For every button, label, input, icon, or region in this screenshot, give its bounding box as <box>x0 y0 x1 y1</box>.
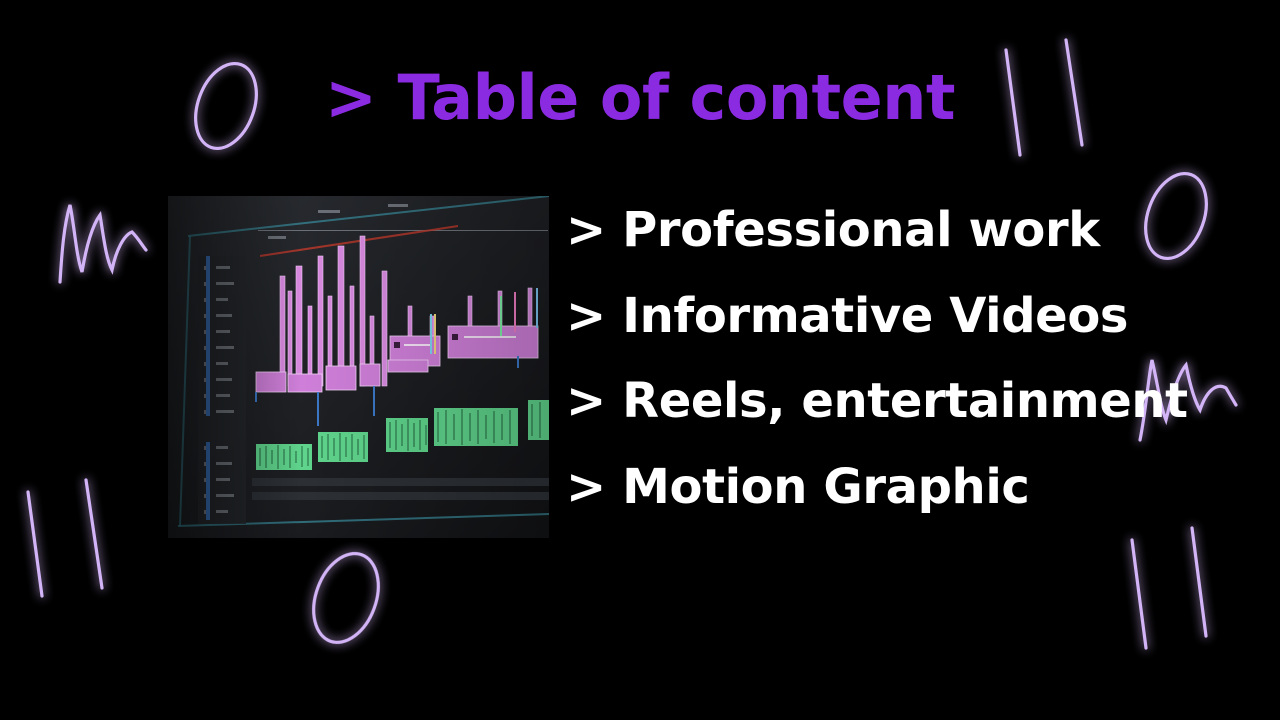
list-item-motion-graphic: > Motion Graphic <box>566 458 1030 515</box>
list-item-professional-work: > Professional work <box>566 202 1100 258</box>
list-item-reels-entertainment: > Reels, entertainment <box>566 373 1188 429</box>
page-title: > Table of content <box>324 61 956 134</box>
doodle-bars-bottom-left <box>26 478 104 598</box>
content-list: > Professional work > Informative Videos… <box>566 188 1188 530</box>
doodle-bars-bottom-right <box>1130 526 1208 650</box>
doodle-m-left <box>58 204 148 284</box>
video-timeline-photo <box>168 196 549 538</box>
slide: > Table of content > Professional work >… <box>0 0 1280 720</box>
list-item-informative-videos: > Informative Videos <box>566 287 1129 344</box>
doodle-o-bottom <box>312 551 380 645</box>
